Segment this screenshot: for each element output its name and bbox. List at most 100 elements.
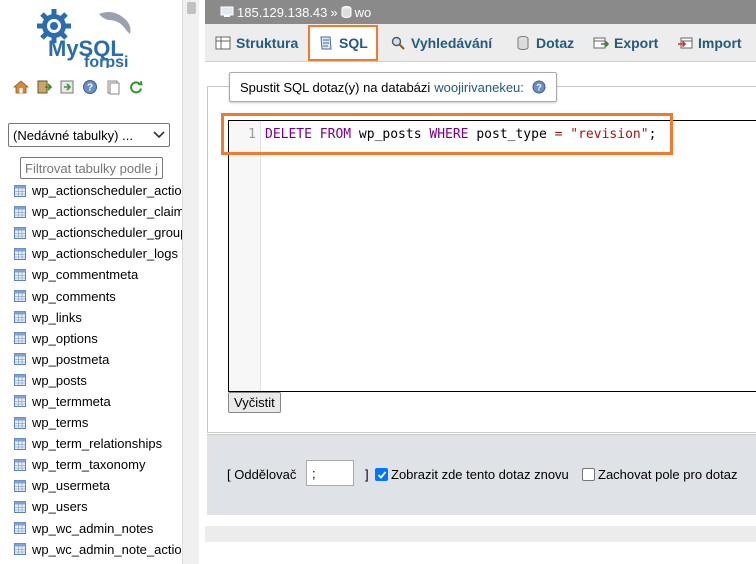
table-icon[interactable] — [14, 416, 26, 429]
sidebar-table-label[interactable]: wp_actionscheduler_logs — [32, 246, 178, 261]
table-icon[interactable] — [14, 374, 26, 387]
sidebar-table-label[interactable]: wp_term_relationships — [32, 436, 162, 451]
table-filter-input[interactable] — [20, 157, 163, 179]
table-icon[interactable] — [14, 543, 26, 556]
sidebar-table-item[interactable]: wp_terms — [14, 412, 182, 433]
sql-icon — [320, 36, 332, 50]
sidebar-table-label[interactable]: wp_wc_admin_notes — [32, 521, 153, 536]
query-window-icon[interactable] — [58, 78, 76, 96]
table-icon[interactable] — [14, 247, 26, 260]
table-icon[interactable] — [14, 395, 26, 408]
table-icon[interactable] — [14, 268, 26, 281]
sidebar-table-item[interactable]: wp_links — [14, 307, 182, 328]
tab-sql[interactable]: SQL — [308, 25, 378, 61]
sidebar-table-label[interactable]: wp_commentmeta — [32, 267, 138, 282]
sidebar-table-item[interactable]: wp_actionscheduler_logs — [14, 243, 182, 264]
show-query-checkbox-row[interactable]: Zobrazit zde tento dotaz znovu — [375, 467, 569, 482]
sidebar-table-label[interactable]: wp_posts — [32, 373, 87, 388]
sidebar-table-label[interactable]: wp_actionscheduler_group — [32, 225, 182, 240]
table-icon[interactable] — [14, 205, 26, 218]
recent-tables-select[interactable]: (Nedávné tabulky) ... — [8, 123, 170, 147]
editor-gutter: 1 — [229, 121, 261, 391]
show-query-label: Zobrazit zde tento dotaz znovu — [391, 467, 569, 482]
clear-button[interactable]: Vyčistit — [228, 392, 281, 413]
sidebar-table-label[interactable]: wp_usermeta — [32, 478, 110, 493]
table-icon[interactable] — [14, 479, 26, 492]
sidebar-table-label[interactable]: wp_options — [32, 331, 98, 346]
tab-search-label: Vyhledávání — [411, 35, 493, 51]
sidebar-scrollbar[interactable] — [182, 0, 200, 564]
sidebar-table-item[interactable]: wp_actionscheduler_group — [14, 222, 182, 243]
tab-search[interactable]: Vyhledávání — [390, 28, 492, 58]
table-icon[interactable] — [14, 458, 26, 471]
server-icon — [220, 6, 234, 17]
recent-tables-select-value: (Nedávné tabulky) ... — [13, 127, 133, 143]
sidebar-table-item[interactable]: wp_actionscheduler_actio — [14, 180, 182, 201]
sidebar-table-item[interactable]: wp_users — [14, 496, 182, 517]
sidebar-table-label[interactable]: wp_term_taxonomy — [32, 457, 145, 472]
sidebar-table-item[interactable]: wp_usermeta — [14, 475, 182, 496]
home-icon[interactable] — [12, 78, 30, 96]
retain-box-checkbox[interactable] — [582, 468, 595, 481]
sidebar-table-item[interactable]: wp_comments — [14, 285, 182, 306]
table-icon[interactable] — [14, 184, 26, 197]
sidebar-table-label[interactable]: wp_postmeta — [32, 352, 109, 367]
tab-structure[interactable]: Struktura — [215, 28, 298, 58]
table-icon[interactable] — [14, 226, 26, 239]
table-icon[interactable] — [14, 437, 26, 450]
query-panel-database[interactable]: woojirivanekeu: — [434, 80, 524, 95]
query-panel-title: Spustit SQL dotaz(y) na databázi woojiri… — [229, 72, 557, 102]
sidebar-table-label[interactable]: wp_terms — [32, 415, 88, 430]
export-icon — [593, 37, 609, 49]
mysql-forpsi-logo[interactable]: MySQL forpsi — [14, 6, 154, 71]
sidebar-table-item[interactable]: wp_wc_admin_notes — [14, 518, 182, 539]
tab-import[interactable]: Import — [677, 28, 742, 58]
show-query-checkbox[interactable] — [375, 468, 388, 481]
sql-editor[interactable]: 1 DELETE FROM wp_posts WHERE post_type =… — [228, 120, 756, 392]
sidebar-table-label[interactable]: wp_comments — [32, 289, 116, 304]
table-icon[interactable] — [14, 290, 26, 303]
sidebar-table-item[interactable]: wp_actionscheduler_claim — [14, 201, 182, 222]
sidebar-table-item[interactable]: wp_term_taxonomy — [14, 454, 182, 475]
sidebar-table-item[interactable]: wp_commentmeta — [14, 264, 182, 285]
sidebar-table-label[interactable]: wp_wc_admin_note_actio — [32, 542, 182, 557]
sidebar-table-label[interactable]: wp_actionscheduler_actio — [32, 183, 182, 198]
help-icon[interactable]: ? — [532, 80, 546, 94]
code-highlight-box — [221, 113, 673, 155]
sidebar-table-item[interactable]: wp_options — [14, 328, 182, 349]
chevron-down-icon — [153, 131, 165, 139]
svg-text:?: ? — [87, 83, 93, 94]
breadcrumb: 185.129.138.43 » wo — [205, 0, 756, 24]
sidebar-table-item[interactable]: wp_wc_admin_note_actio — [14, 539, 182, 560]
table-icon[interactable] — [14, 500, 26, 513]
scrollbar-up-arrow-icon[interactable] — [187, 2, 196, 14]
documentation-icon[interactable] — [104, 78, 122, 96]
breadcrumb-server[interactable]: 185.129.138.43 — [237, 5, 327, 20]
help-icon[interactable]: ? — [81, 78, 99, 96]
sidebar-table-label[interactable]: wp_links — [32, 310, 82, 325]
delimiter-input[interactable] — [306, 460, 354, 486]
sidebar-table-label[interactable]: wp_users — [32, 499, 88, 514]
table-icon[interactable] — [14, 353, 26, 366]
tab-query-label: Dotaz — [536, 35, 575, 51]
retain-box-checkbox-row[interactable]: Zachovat pole pro dotaz — [582, 467, 737, 482]
sidebar-table-label[interactable]: wp_termmeta — [32, 394, 111, 409]
svg-text:forpsi: forpsi — [84, 54, 128, 68]
tab-query[interactable]: Dotaz — [515, 28, 574, 58]
reload-icon[interactable] — [127, 78, 145, 96]
sidebar-table-item[interactable]: wp_term_relationships — [14, 433, 182, 454]
sidebar-table-item[interactable]: wp_posts — [14, 370, 182, 391]
tab-export[interactable]: Export — [593, 28, 658, 58]
sidebar-table-item[interactable]: wp_termmeta — [14, 391, 182, 412]
tab-structure-label: Struktura — [236, 35, 299, 51]
logout-icon[interactable] — [35, 78, 53, 96]
table-icon[interactable] — [14, 522, 26, 535]
query-panel-title-text: Spustit SQL dotaz(y) na databázi — [240, 79, 431, 95]
retain-box-label: Zachovat pole pro dotaz — [598, 467, 738, 482]
table-icon[interactable] — [14, 332, 26, 345]
table-icon[interactable] — [14, 311, 26, 324]
search-icon — [391, 36, 405, 50]
sidebar-table-label[interactable]: wp_actionscheduler_claim — [32, 204, 182, 219]
sidebar-table-item[interactable]: wp_postmeta — [14, 349, 182, 370]
breadcrumb-database[interactable]: wo — [355, 5, 372, 20]
